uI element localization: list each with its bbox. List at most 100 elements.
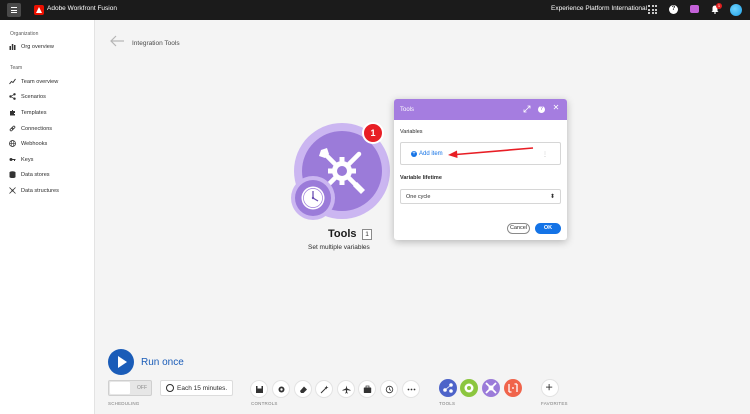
trend-icon <box>9 78 16 85</box>
more-button[interactable] <box>402 380 420 398</box>
apps-grid-icon[interactable] <box>648 5 657 14</box>
sidebar-item-label: Connections <box>21 125 53 132</box>
schedule-text: Each 15 minutes. <box>177 385 228 392</box>
sidebar-item-org-overview[interactable]: Org overview <box>9 42 54 51</box>
schedule-setting[interactable]: Each 15 minutes. <box>160 380 233 396</box>
feedback-icon[interactable] <box>690 5 699 13</box>
structure-icon <box>9 187 16 194</box>
explain-flow-button[interactable] <box>337 380 355 398</box>
label-tools: TOOLS <box>439 401 456 406</box>
history-button[interactable] <box>380 380 398 398</box>
sidebar-item-label: Webhooks <box>21 140 48 147</box>
globe-icon <box>9 140 16 147</box>
top-bar: Adobe Workfront Fusion Experience Platfo… <box>0 0 750 20</box>
sidebar-item-scenarios[interactable]: Scenarios <box>9 92 46 101</box>
sidebar: Organization Org overview Team Team over… <box>0 20 95 414</box>
app-title: Adobe Workfront Fusion <box>47 5 117 12</box>
add-item-button[interactable]: Add item <box>419 151 443 157</box>
history-icon <box>385 385 393 393</box>
run-once-button[interactable] <box>108 349 134 375</box>
dialog-help-icon[interactable]: ? <box>538 106 545 113</box>
sidebar-item-label: Scenarios <box>21 93 46 100</box>
sidebar-item-data-stores[interactable]: Data stores <box>9 170 50 179</box>
module-number-badge: 1 <box>362 122 384 144</box>
share-icon <box>9 93 16 100</box>
flow-control-icon <box>443 383 453 393</box>
back-arrow-icon[interactable] <box>109 34 125 48</box>
tools-dialog: Tools ? ✕ Variables + Add item ⋮ Variabl… <box>394 99 567 240</box>
sidebar-item-label: Templates <box>21 109 47 116</box>
scheduling-toggle[interactable]: OFF <box>108 380 152 396</box>
save-button[interactable] <box>250 380 268 398</box>
airplane-icon <box>342 385 350 393</box>
sidebar-item-label: Data structures <box>21 187 59 194</box>
toggle-knob <box>110 382 130 394</box>
auto-align-button[interactable] <box>315 380 333 398</box>
run-once-label[interactable]: Run once <box>141 357 184 368</box>
section-label-organization: Organization <box>10 31 39 37</box>
cancel-button[interactable]: Cancel <box>507 223 530 234</box>
settings-button[interactable] <box>272 380 290 398</box>
close-icon[interactable]: ✕ <box>552 104 560 112</box>
module-name: Tools <box>328 228 357 240</box>
plus-icon <box>546 384 553 391</box>
scenario-io-button[interactable] <box>358 380 376 398</box>
menu-icon[interactable] <box>7 3 21 17</box>
chart-icon <box>9 44 16 50</box>
variable-lifetime-value: One cycle <box>406 194 431 200</box>
tool-settings[interactable] <box>460 379 478 397</box>
section-label-team: Team <box>10 65 23 71</box>
text-parser-icon <box>508 383 518 393</box>
sidebar-item-label: Org overview <box>21 43 54 50</box>
label-controls: CONTROLS <box>251 401 278 406</box>
label-scheduling: SCHEDULING <box>108 401 140 406</box>
dialog-header[interactable]: Tools ? ✕ <box>394 99 567 120</box>
sidebar-item-team-overview[interactable]: Team overview <box>9 77 58 86</box>
expand-icon[interactable] <box>523 105 531 113</box>
sidebar-item-keys[interactable]: Keys <box>9 155 33 164</box>
add-circle-icon[interactable]: + <box>411 151 417 157</box>
clock-icon <box>301 186 325 210</box>
link-icon <box>9 125 16 132</box>
sidebar-item-templates[interactable]: Templates <box>9 108 47 117</box>
sidebar-item-webhooks[interactable]: Webhooks <box>9 139 47 148</box>
clock-icon <box>166 384 174 392</box>
select-arrows-icon: ⬍ <box>550 194 556 200</box>
gear-icon <box>278 386 284 392</box>
user-avatar[interactable] <box>730 4 742 16</box>
toggle-state: OFF <box>137 385 147 391</box>
more-horizontal-icon <box>407 388 415 390</box>
tool-flow-control[interactable] <box>439 379 457 397</box>
ok-button[interactable]: OK <box>535 223 561 234</box>
variable-lifetime-select[interactable]: One cycle ⬍ <box>400 189 561 204</box>
eraser-icon <box>299 386 307 393</box>
sidebar-item-label: Data stores <box>21 171 50 178</box>
notes-button[interactable] <box>294 380 312 398</box>
puzzle-icon <box>10 110 15 116</box>
variables-label: Variables <box>400 129 423 135</box>
wrench-screwdriver-icon <box>485 382 497 394</box>
help-icon[interactable]: ? <box>669 5 678 14</box>
sidebar-item-label: Team overview <box>21 78 59 85</box>
annotation-arrow <box>448 147 534 158</box>
save-icon <box>255 385 263 393</box>
label-favorites: FAVORITES <box>541 401 568 406</box>
key-icon <box>9 158 16 161</box>
adobe-logo <box>34 5 44 15</box>
org-switcher[interactable]: Experience Platform International <box>551 5 647 12</box>
add-favorite-button[interactable] <box>541 379 559 397</box>
database-icon <box>9 171 16 178</box>
tool-tools[interactable] <box>482 379 500 397</box>
module-description: Set multiple variables <box>308 244 370 251</box>
tool-text-parser[interactable] <box>504 379 522 397</box>
dialog-title: Tools <box>400 107 415 113</box>
notification-count-badge: 1 <box>716 3 722 9</box>
sidebar-item-connections[interactable]: Connections <box>9 124 52 133</box>
briefcase-icon <box>363 385 371 393</box>
drag-handle-icon[interactable]: ⋮ <box>542 151 548 158</box>
sidebar-item-label: Keys <box>21 156 34 163</box>
magic-wand-icon <box>320 385 328 393</box>
gear-icon <box>464 383 474 393</box>
sidebar-item-data-structures[interactable]: Data structures <box>9 186 59 195</box>
variable-lifetime-label: Variable lifetime <box>400 175 442 181</box>
